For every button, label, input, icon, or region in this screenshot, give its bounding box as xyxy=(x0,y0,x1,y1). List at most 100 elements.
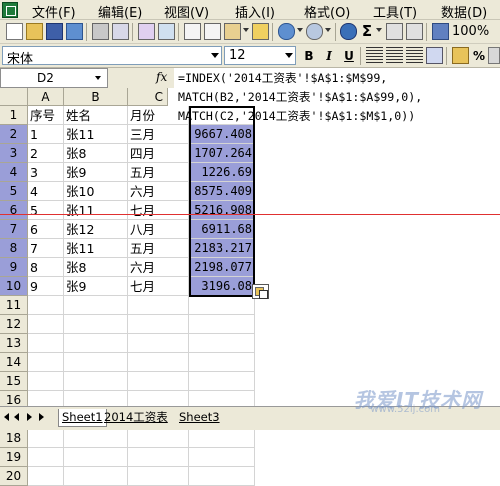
bold-button[interactable]: B xyxy=(300,47,318,65)
name-box[interactable]: D2 xyxy=(0,68,108,88)
row-header[interactable]: 18 xyxy=(0,429,28,448)
redo-icon[interactable] xyxy=(306,23,323,40)
grid-cell[interactable]: 8575.409 xyxy=(189,182,255,201)
new-icon[interactable] xyxy=(6,23,23,40)
grid-cell[interactable]: 6 xyxy=(28,220,64,239)
row-header[interactable]: 20 xyxy=(0,467,28,486)
grid-cell[interactable]: 张9 xyxy=(64,277,128,296)
grid-cell[interactable] xyxy=(64,353,128,372)
font-name-combo[interactable]: 宋体 xyxy=(2,46,222,67)
permission-icon[interactable] xyxy=(66,23,83,40)
grid-cell[interactable]: 张11 xyxy=(64,239,128,258)
grid-cell[interactable] xyxy=(189,448,255,467)
row-header[interactable]: 6 xyxy=(0,201,28,220)
grid-cell[interactable] xyxy=(28,372,64,391)
last-sheet-icon[interactable] xyxy=(39,413,44,421)
menu-tools[interactable]: 工具(T) xyxy=(373,2,417,21)
grid-cell[interactable] xyxy=(128,315,189,334)
zoom-value[interactable]: 100% xyxy=(452,24,489,39)
redo-dropdown-icon[interactable] xyxy=(325,28,331,32)
italic-button[interactable]: I xyxy=(320,47,338,65)
grid-cell[interactable]: 8 xyxy=(28,258,64,277)
row-header[interactable]: 11 xyxy=(0,296,28,315)
formula-line-1[interactable]: =INDEX('2014工资表'!$A$1:$M$99, xyxy=(178,70,387,86)
grid-cell[interactable] xyxy=(128,353,189,372)
formula-line-2[interactable]: MATCH(B2,'2014工资表'!$A$1:$A$99,0), xyxy=(178,89,422,105)
menu-edit[interactable]: 编辑(E) xyxy=(98,2,142,21)
print-preview-icon[interactable] xyxy=(112,23,129,40)
grid-cell[interactable] xyxy=(128,334,189,353)
grid-cell[interactable]: 六月 xyxy=(128,182,189,201)
grid-cell[interactable] xyxy=(28,334,64,353)
grid-cell[interactable]: 张10 xyxy=(64,182,128,201)
grid-cell[interactable] xyxy=(189,429,255,448)
grid-cell[interactable]: 张9 xyxy=(64,163,128,182)
grid-cell[interactable] xyxy=(64,467,128,486)
grid-cell[interactable]: 张8 xyxy=(64,258,128,277)
grid-cell[interactable]: 六月 xyxy=(128,258,189,277)
chart-wizard-icon[interactable] xyxy=(432,23,449,40)
grid-cell[interactable]: 序号 xyxy=(28,106,64,125)
align-center-icon[interactable] xyxy=(386,47,403,64)
row-header[interactable]: 2 xyxy=(0,125,28,144)
row-header[interactable]: 19 xyxy=(0,448,28,467)
cut-icon[interactable] xyxy=(184,23,201,40)
open-icon[interactable] xyxy=(26,23,43,40)
grid-cell[interactable] xyxy=(128,467,189,486)
row-header[interactable]: 4 xyxy=(0,163,28,182)
grid-cell[interactable]: 三月 xyxy=(128,125,189,144)
select-all-corner[interactable] xyxy=(0,88,28,106)
grid-cell[interactable] xyxy=(189,296,255,315)
row-header[interactable]: 10 xyxy=(0,277,28,296)
row-header[interactable]: 1 xyxy=(0,106,28,125)
menu-data[interactable]: 数据(D) xyxy=(441,2,487,21)
grid-cell[interactable] xyxy=(189,353,255,372)
grid-cell[interactable] xyxy=(28,353,64,372)
grid-cell[interactable]: 五月 xyxy=(128,239,189,258)
grid-cell[interactable]: 2198.077 xyxy=(189,258,255,277)
column-header-b[interactable]: B xyxy=(64,88,128,106)
row-header[interactable]: 9 xyxy=(0,258,28,277)
autosum-dropdown-icon[interactable] xyxy=(376,28,382,32)
grid-cell[interactable]: 1226.69 xyxy=(189,163,255,182)
grid-cell[interactable]: 3196.08 xyxy=(189,277,255,296)
first-sheet-icon[interactable] xyxy=(4,413,9,421)
row-header[interactable]: 13 xyxy=(0,334,28,353)
font-size-combo[interactable]: 12 xyxy=(224,46,296,65)
row-header[interactable]: 7 xyxy=(0,220,28,239)
grid-cell[interactable]: 1707.264 xyxy=(189,144,255,163)
grid-cell[interactable]: 5216.908 xyxy=(189,201,255,220)
grid-cell[interactable]: 9667.408 xyxy=(189,125,255,144)
merge-center-icon[interactable] xyxy=(426,47,443,64)
underline-button[interactable]: U xyxy=(340,47,358,65)
chevron-down-icon[interactable] xyxy=(95,76,101,80)
grid-cell[interactable] xyxy=(64,315,128,334)
grid-cell[interactable] xyxy=(64,429,128,448)
grid-cell[interactable]: 2 xyxy=(28,144,64,163)
chevron-down-icon[interactable] xyxy=(285,53,293,58)
grid-cell[interactable]: 五月 xyxy=(128,163,189,182)
print-icon[interactable] xyxy=(92,23,109,40)
grid-cell[interactable] xyxy=(189,372,255,391)
sort-descending-icon[interactable] xyxy=(406,23,423,40)
paste-dropdown-icon[interactable] xyxy=(243,28,249,32)
tab-2014-salary[interactable]: 2014工资表 xyxy=(104,409,168,426)
grid-cell[interactable] xyxy=(64,372,128,391)
grid-cell[interactable] xyxy=(189,334,255,353)
column-header-c[interactable]: C xyxy=(128,88,168,106)
percent-button[interactable]: % xyxy=(470,47,488,65)
spelling-icon[interactable] xyxy=(138,23,155,40)
row-header[interactable]: 3 xyxy=(0,144,28,163)
formula-line-3[interactable]: MATCH(C2,'2014工资表'!$A$1:$M$1,0)) xyxy=(178,108,415,124)
grid-cell[interactable] xyxy=(128,296,189,315)
hyperlink-icon[interactable] xyxy=(340,23,357,40)
row-header[interactable]: 8 xyxy=(0,239,28,258)
insert-function-icon[interactable]: fx xyxy=(156,70,167,84)
sort-ascending-icon[interactable] xyxy=(386,23,403,40)
grid-cell[interactable]: 9 xyxy=(28,277,64,296)
row-header[interactable]: 15 xyxy=(0,372,28,391)
chevron-down-icon[interactable] xyxy=(211,53,219,58)
menu-insert[interactable]: 插入(I) xyxy=(235,2,275,21)
grid-cell[interactable]: 张11 xyxy=(64,125,128,144)
grid-cell[interactable]: 张12 xyxy=(64,220,128,239)
